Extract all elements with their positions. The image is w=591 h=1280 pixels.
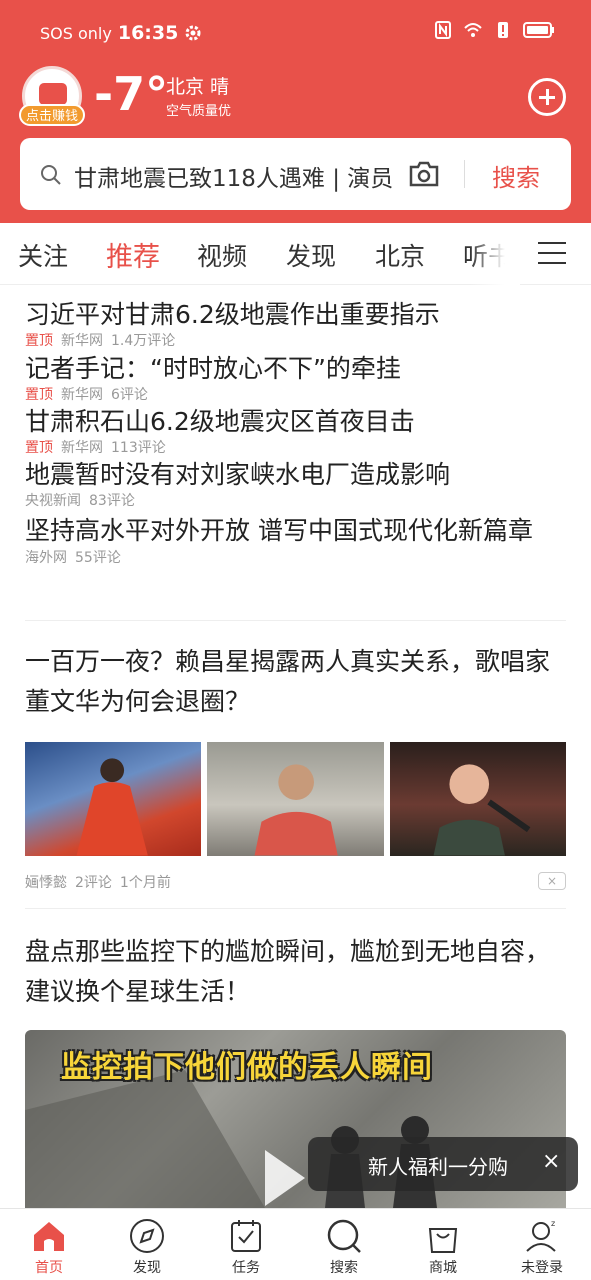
thumbnail-image (389, 742, 566, 856)
nav-label: 发现 (133, 1260, 161, 1276)
nav-label: 搜索 (330, 1260, 358, 1276)
earn-money-badge[interactable]: 点击赚钱 (19, 104, 85, 126)
tab-discover[interactable]: 发现 (286, 237, 336, 273)
comment-count: 2评论 (75, 875, 112, 891)
publish-time: 1个月前 (119, 875, 171, 891)
svg-text:z: z (551, 1219, 555, 1228)
shopping-bag-icon (428, 1228, 458, 1253)
promo-toast[interactable]: 新人福利一分购 × (308, 1137, 578, 1191)
nav-label: 商城 (429, 1260, 457, 1276)
source: 央视新闻 (25, 493, 81, 509)
comment-count: 55评论 (75, 550, 121, 566)
search-bar[interactable]: 甘肃地震已致118人遇难 | 演员 搜索 (20, 138, 571, 210)
gift-icon (39, 83, 67, 105)
promo-text: 新人福利一分购 (368, 1155, 508, 1179)
clock: 16:35 (117, 22, 179, 44)
headline-title: 记者手记：“时时放心不下”的牵挂 (25, 354, 401, 383)
divider (25, 620, 566, 621)
headline-item[interactable]: 坚持高水平对外开放 谱写中国式现代化新篇章 海外网 55评论 (25, 513, 570, 567)
tab-fade (470, 223, 520, 285)
headline-title: 坚持高水平对外开放 谱写中国式现代化新篇章 (25, 516, 533, 545)
signal-alert-icon (498, 22, 508, 38)
channel-tabs: 关注 推荐 视频 发现 北京 听书 (0, 223, 591, 285)
home-icon (34, 1222, 64, 1251)
comment-count: 113评论 (111, 440, 166, 456)
status-bar: SOS only 16:35 (0, 0, 591, 64)
menu-icon[interactable] (538, 242, 566, 264)
headline-title: 习近平对甘肃6.2级地震作出重要指示 (25, 300, 440, 329)
source: 新华网 (61, 387, 103, 403)
bottom-navigation: 首页 发现 任务 搜索 商城 z 未登录 (0, 1208, 591, 1280)
temperature: -7° (94, 67, 169, 121)
pinned-tag: 置顶 (25, 387, 53, 403)
news-app-screen: SOS only 16:35 点击赚钱 -7° 北京 晴 空气质量优 甘肃地震已… (0, 0, 591, 1280)
nav-profile[interactable]: z 未登录 (493, 1209, 591, 1280)
app-header: SOS only 16:35 点击赚钱 -7° 北京 晴 空气质量优 甘肃地震已… (0, 0, 591, 223)
headline-item[interactable]: 记者手记：“时时放心不下”的牵挂 置顶 新华网 6评论 (25, 352, 570, 404)
comment-count: 6评论 (111, 387, 148, 403)
nav-tasks[interactable]: 任务 (197, 1209, 295, 1280)
headline-item[interactable]: 甘肃积石山6.2级地震灾区首夜目击 置顶 新华网 113评论 (25, 405, 570, 457)
article-meta: 婳悸懿 2评论 1个月前 (25, 872, 171, 892)
pinned-tag: 置顶 (25, 440, 53, 456)
nfc-icon (435, 21, 451, 39)
tab-follow[interactable]: 关注 (18, 237, 68, 273)
search-button[interactable]: 搜索 (492, 158, 540, 193)
singer-photo (76, 758, 148, 856)
headline-title: 甘肃积石山6.2级地震灾区首夜目击 (25, 407, 415, 436)
settings-gear-icon (185, 25, 201, 41)
air-quality: 空气质量优 (166, 104, 232, 119)
video-caption: 监控拍下他们做的丢人瞬间 (61, 1050, 433, 1085)
carrier-label: SOS only (40, 23, 112, 43)
nav-label: 首页 (35, 1260, 63, 1276)
nav-discover[interactable]: 发现 (98, 1209, 196, 1280)
comment-count: 1.4万评论 (111, 333, 176, 349)
headline-title: 地震暂时没有对刘家峡水电厂造成影响 (25, 460, 451, 489)
nav-label: 任务 (232, 1260, 260, 1276)
headline-item[interactable]: 习近平对甘肃6.2级地震作出重要指示 置顶 新华网 1.4万评论 (25, 298, 570, 350)
article-title[interactable]: 一百万一夜？赖昌星揭露两人真实关系，歌唱家董文华为何会退圈？ (25, 642, 566, 722)
compass-icon (130, 1219, 164, 1253)
divider (25, 908, 566, 909)
search-divider (464, 160, 465, 188)
source: 海外网 (25, 550, 67, 566)
tab-recommend[interactable]: 推荐 (106, 235, 160, 274)
user-icon: z (526, 1219, 556, 1252)
dismiss-button[interactable]: × (538, 872, 566, 890)
tab-video[interactable]: 视频 (197, 237, 247, 273)
thumbnail-image (25, 742, 202, 856)
battery-icon (523, 22, 554, 38)
task-icon (231, 1220, 261, 1252)
source: 婳悸懿 (25, 875, 67, 891)
search-input[interactable]: 甘肃地震已致118人遇难 | 演员 (74, 159, 396, 193)
camera-icon[interactable] (408, 160, 440, 188)
source: 新华网 (61, 333, 103, 349)
nav-home[interactable]: 首页 (0, 1209, 98, 1280)
close-icon[interactable]: × (542, 1149, 560, 1174)
thumbnail-image (207, 742, 384, 856)
article-title[interactable]: 盘点那些监控下的尴尬瞬间，尴尬到无地自容，建议换个星球生活！ (25, 932, 566, 1012)
nav-search[interactable]: 搜索 (295, 1209, 393, 1280)
source: 新华网 (61, 440, 103, 456)
man-photo (254, 764, 339, 856)
search-icon (41, 165, 61, 185)
plus-circle-icon[interactable] (528, 78, 566, 116)
comment-count: 83评论 (89, 493, 135, 509)
wifi-icon (464, 23, 482, 37)
singer-photo (433, 764, 531, 856)
tab-beijing[interactable]: 北京 (375, 237, 425, 273)
city-weather[interactable]: 北京 晴 (166, 72, 229, 99)
nav-label: 未登录 (521, 1260, 563, 1276)
search-icon (327, 1219, 361, 1253)
headline-item[interactable]: 地震暂时没有对刘家峡水电厂造成影响 央视新闻 83评论 (25, 458, 570, 510)
play-icon[interactable] (265, 1150, 305, 1206)
article-thumbnails[interactable] (25, 742, 566, 856)
pinned-tag: 置顶 (25, 333, 53, 349)
nav-shop[interactable]: 商城 (394, 1209, 492, 1280)
